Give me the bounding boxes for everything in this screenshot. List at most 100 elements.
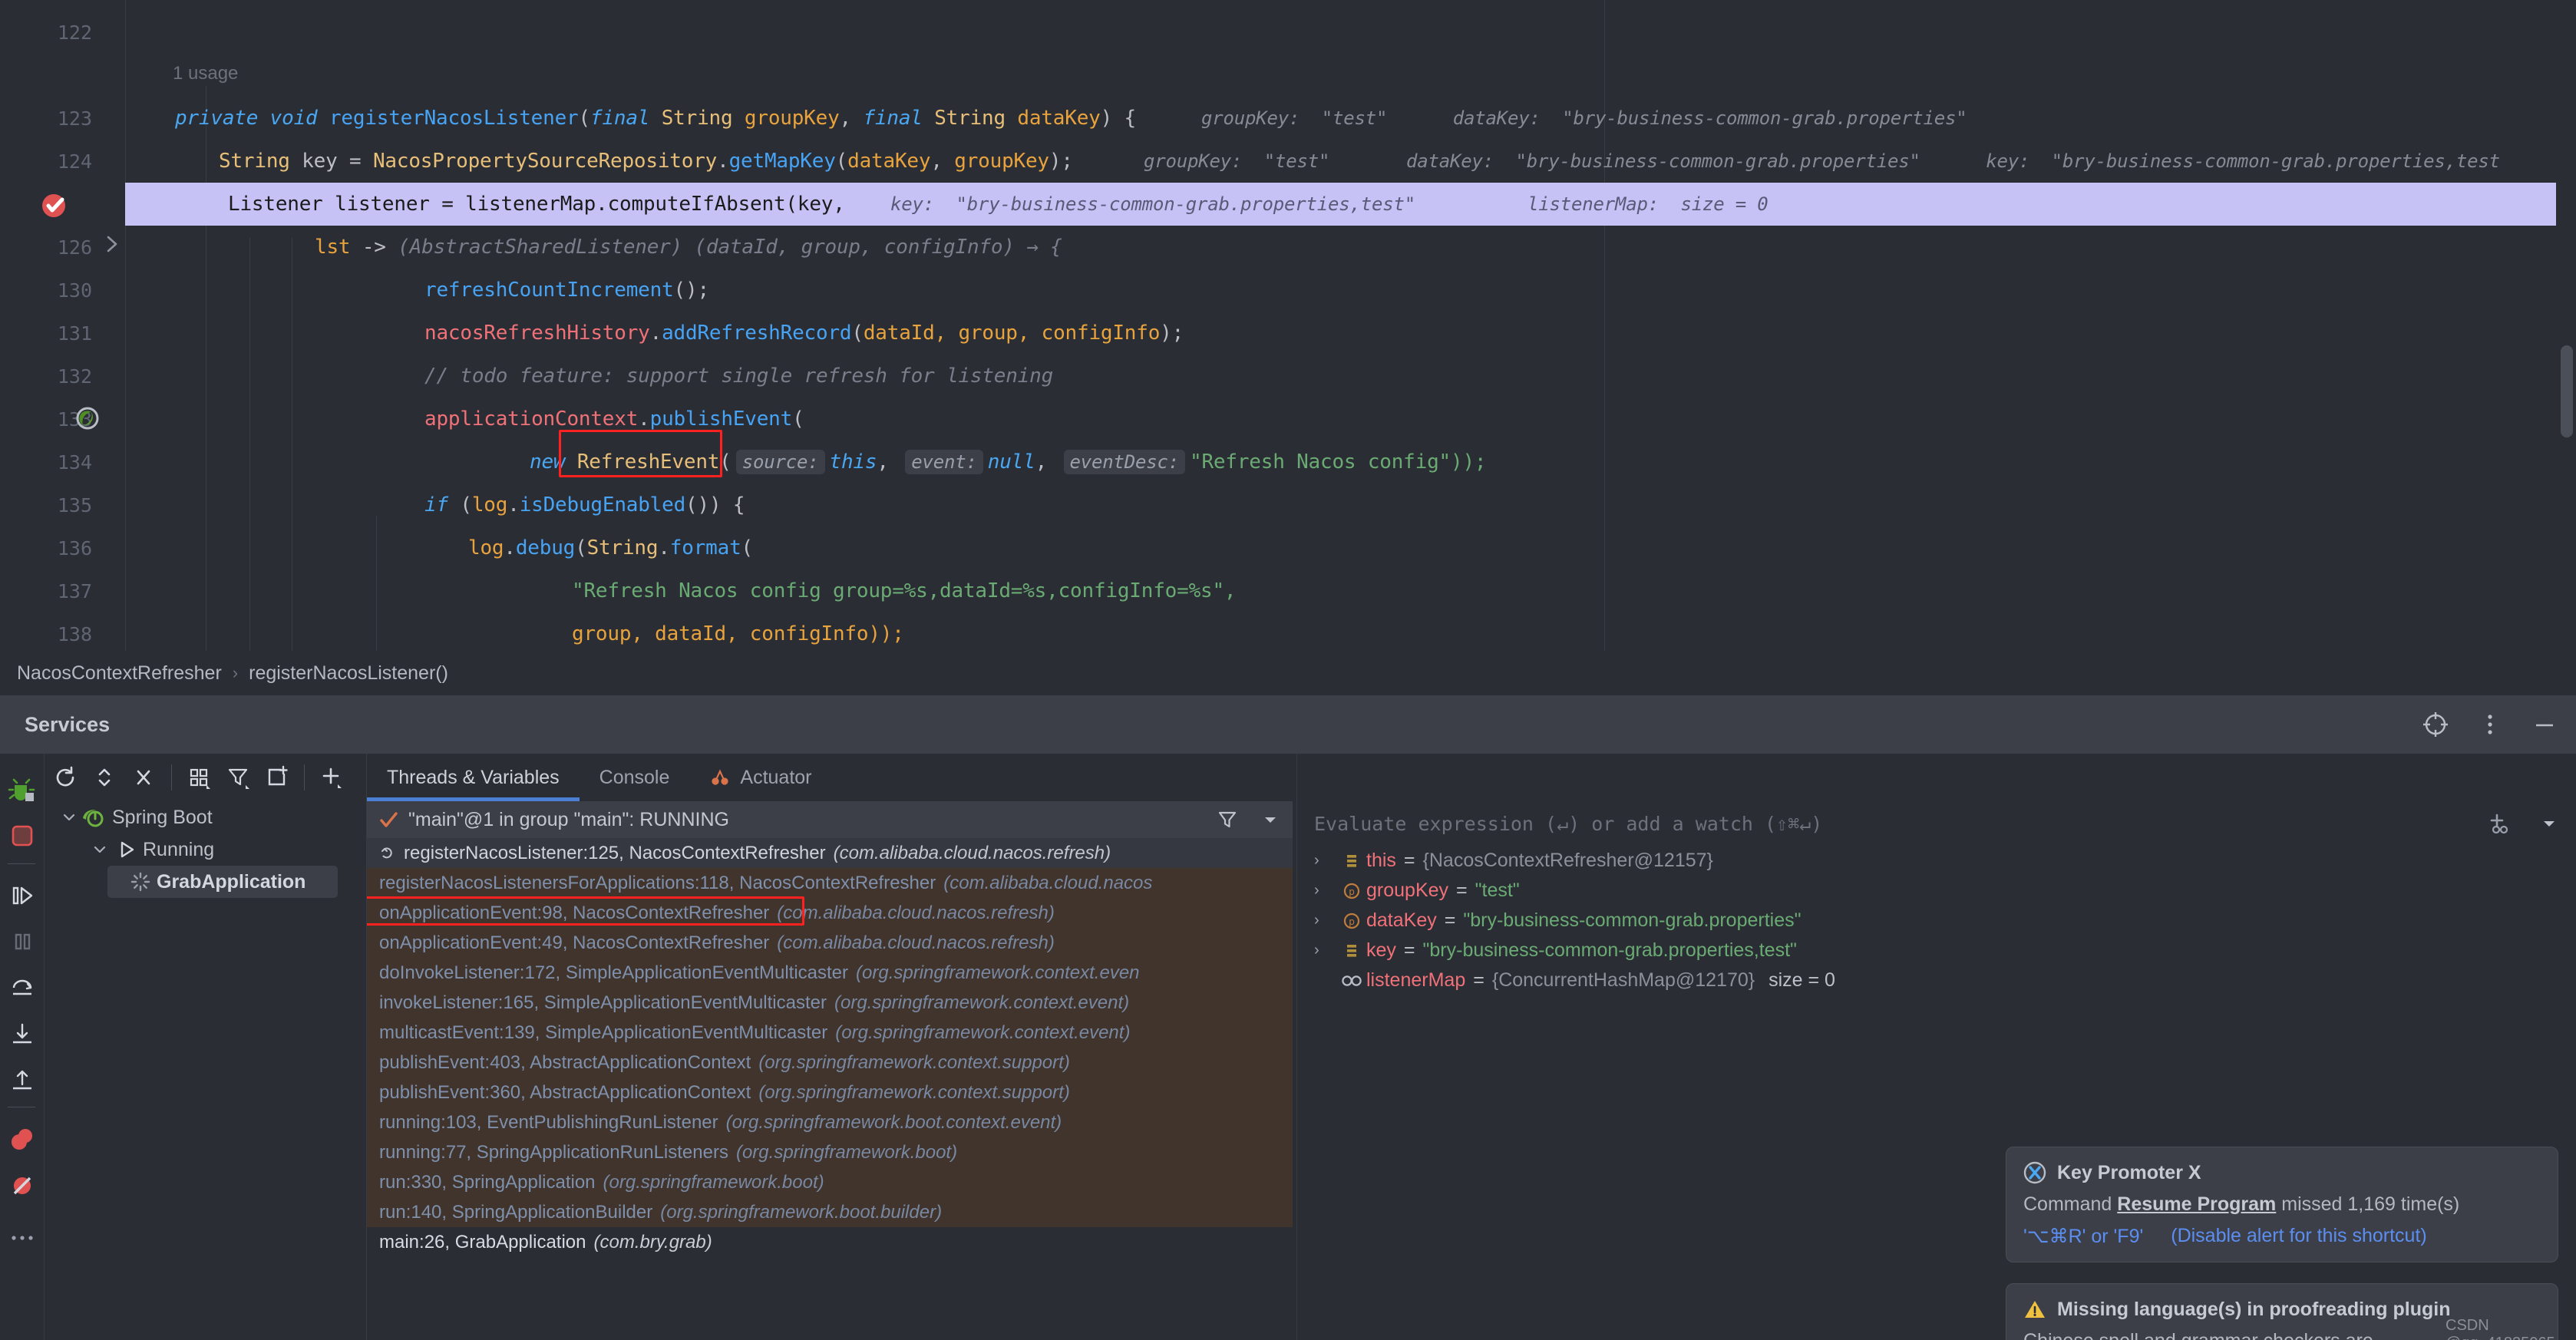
group-icon[interactable] <box>180 757 219 797</box>
breadcrumb-method[interactable]: registerNacosListener() <box>249 662 448 685</box>
tree-item-spring-boot[interactable]: Spring Boot <box>45 801 352 833</box>
expand-collapse-icon[interactable] <box>85 757 124 797</box>
stack-frame[interactable]: run:140, SpringApplicationBuilder (org.s… <box>367 1197 1293 1227</box>
usage-inlay[interactable]: 1 usage <box>173 63 238 84</box>
breadcrumb[interactable]: NacosContextRefresher › registerNacosLis… <box>0 651 2576 695</box>
chevron-right-icon[interactable] <box>100 232 137 269</box>
code-text[interactable]: log.debug(String.format( <box>468 536 753 559</box>
thread-selector[interactable]: "main"@1 in group "main": RUNNING <box>367 801 1293 838</box>
frame-package: (org.springframework.boot) <box>603 1172 824 1193</box>
tab-threads-variables[interactable]: Threads & Variables <box>367 754 580 801</box>
stack-frame[interactable]: onApplicationEvent:49, NacosContextRefre… <box>367 928 1293 958</box>
code-line-136[interactable]: 136 log.debug(String.format( <box>0 526 2576 569</box>
chevron-down-icon[interactable] <box>58 810 80 825</box>
variable-listenermap[interactable]: listenerMap = {ConcurrentHashMap@12170} … <box>1297 965 2576 995</box>
code-line-134[interactable]: 134 new RefreshEvent(source:this, event:… <box>0 441 2576 484</box>
chevron-right-icon[interactable]: › <box>1314 882 1337 899</box>
code-line-130[interactable]: 130 refreshCountIncrement(); <box>0 269 2576 312</box>
breadcrumb-class[interactable]: NacosContextRefresher <box>17 662 222 685</box>
evaluate-expression-input[interactable]: Evaluate expression (↵) or add a watch (… <box>1297 801 2576 846</box>
filter-icon[interactable] <box>218 757 257 797</box>
close-icon[interactable] <box>124 757 163 797</box>
code-text[interactable]: nacosRefreshHistory.addRefreshRecord(dat… <box>424 322 1184 345</box>
check-icon <box>378 809 399 830</box>
step-out-icon[interactable] <box>3 1061 41 1099</box>
variable-datakey[interactable]: › p dataKey = "bry-business-common-grab.… <box>1297 906 2576 936</box>
rerun-icon[interactable] <box>46 757 85 797</box>
code-line-124[interactable]: 124 String key = NacosPropertySourceRepo… <box>0 140 2576 183</box>
stack-frame[interactable]: multicastEvent:139, SimpleApplicationEve… <box>367 1018 1293 1048</box>
collapsed-lambda[interactable]: (AbstractSharedListener) (dataId, group,… <box>398 236 1062 259</box>
code-text[interactable]: Listener listener = listenerMap.computeI… <box>228 193 845 216</box>
resume-icon[interactable] <box>3 876 41 915</box>
more-options-icon[interactable] <box>2485 711 2495 738</box>
chevron-right-icon[interactable]: › <box>1314 912 1337 929</box>
disable-alert-link[interactable]: (Disable alert for this shortcut) <box>2171 1225 2426 1248</box>
stack-frame-annotated[interactable]: onApplicationEvent:98, NacosContextRefre… <box>367 898 1293 928</box>
tab-actuator[interactable]: Actuator <box>689 754 831 801</box>
code-text[interactable]: String key = NacosPropertySourceReposito… <box>219 150 1073 173</box>
code-text[interactable]: applicationContext.publishEvent( <box>424 408 804 431</box>
rerun-debug-icon[interactable] <box>3 771 41 809</box>
add-tab-icon[interactable] <box>257 757 296 797</box>
code-line-137[interactable]: 137 "Refresh Nacos config group=%s,dataI… <box>0 569 2576 612</box>
stack-frame[interactable]: running:77, SpringApplicationRunListener… <box>367 1137 1293 1167</box>
step-into-icon[interactable] <box>3 1015 41 1053</box>
chevron-right-icon[interactable]: › <box>1314 852 1337 870</box>
tree-item-grabapplication[interactable]: GrabApplication <box>107 866 338 898</box>
code-line-138[interactable]: 138 group, dataId, configInfo)); <box>0 612 2576 651</box>
actuator-icon <box>709 766 732 789</box>
method-debug: debug <box>516 536 575 559</box>
stop-icon[interactable] <box>3 817 41 855</box>
code-line-123[interactable]: 123 private void registerNacosListener(f… <box>0 97 2576 140</box>
notification-key-promoter[interactable]: Key Promoter X Command Resume Program mi… <box>2006 1147 2558 1262</box>
view-breakpoints-icon[interactable] <box>3 1121 41 1159</box>
step-over-icon[interactable] <box>3 969 41 1007</box>
add-watch-icon[interactable] <box>2487 811 2512 836</box>
add-icon[interactable] <box>312 757 352 797</box>
variable-key[interactable]: › key = "bry-business-common-grab.proper… <box>1297 936 2576 965</box>
code-editor[interactable]: 122 1 usage 123 private void registerNac… <box>0 0 2576 651</box>
chevron-down-icon[interactable] <box>89 842 111 857</box>
variable-this[interactable]: › this = {NacosContextRefresher@12157} <box>1297 846 2576 876</box>
code-text[interactable]: private void registerNacosListener(final… <box>175 107 1136 130</box>
tree-item-running[interactable]: Running <box>45 833 352 866</box>
spring-bean-icon[interactable] <box>71 401 107 437</box>
breakpoint-verified-icon[interactable] <box>37 186 74 223</box>
variable-groupkey[interactable]: › p groupKey = "test" <box>1297 876 2576 906</box>
stack-frame[interactable]: doInvokeListener:172, SimpleApplicationE… <box>367 958 1293 988</box>
code-line-133[interactable]: 133 applicationContext.publishEvent( <box>0 398 2576 441</box>
stack-frame-current[interactable]: registerNacosListener:125, NacosContextR… <box>367 838 1293 868</box>
stack-frame[interactable]: run:330, SpringApplication (org.springfr… <box>367 1167 1293 1197</box>
code-line-126[interactable]: 126 lst -> (AbstractSharedListener) (dat… <box>0 226 2576 269</box>
code-line-135[interactable]: 135 if (log.isDebugEnabled()) { <box>0 484 2576 526</box>
target-icon[interactable] <box>2422 711 2449 738</box>
code-text[interactable]: if (log.isDebugEnabled()) { <box>424 493 745 517</box>
mute-breakpoints-icon[interactable] <box>3 1167 41 1205</box>
editor-scrollbar-thumb[interactable] <box>2561 345 2573 437</box>
code-text[interactable]: refreshCountIncrement(); <box>424 279 709 302</box>
filter-icon[interactable] <box>1216 808 1239 831</box>
stack-frames-list[interactable]: "main"@1 in group "main": RUNNING regist… <box>367 801 1293 1340</box>
stack-frame-user-code[interactable]: main:26, GrabApplication (com.bry.grab) <box>367 1227 1293 1257</box>
chevron-right-icon[interactable]: › <box>1314 942 1337 959</box>
code-line-125[interactable]: Listener listener = listenerMap.computeI… <box>0 183 2576 226</box>
stack-frame[interactable]: publishEvent:360, AbstractApplicationCon… <box>367 1078 1293 1107</box>
services-tree[interactable]: Spring Boot Running GrabApplication <box>45 801 352 898</box>
code-line-122[interactable]: 122 <box>0 11 2576 54</box>
services-tool-window-header: Services <box>0 695 2576 754</box>
minimize-icon[interactable] <box>2531 711 2558 738</box>
stack-frame[interactable]: publishEvent:403, AbstractApplicationCon… <box>367 1048 1293 1078</box>
pause-icon[interactable] <box>3 922 41 961</box>
code-line-132[interactable]: 132 // todo feature: support single refr… <box>0 355 2576 398</box>
stack-frame[interactable]: registerNacosListenersForApplications:11… <box>367 868 1293 898</box>
stack-frame[interactable]: invokeListener:165, SimpleApplicationEve… <box>367 988 1293 1018</box>
chevron-down-icon[interactable] <box>1260 810 1280 830</box>
code-text[interactable]: lst -> (AbstractSharedListener) (dataId,… <box>315 236 1062 259</box>
code-line-131[interactable]: 131 nacosRefreshHistory.addRefreshRecord… <box>0 312 2576 355</box>
more-icon[interactable] <box>3 1219 41 1257</box>
editor-marker-bar[interactable] <box>2556 0 2576 651</box>
tab-console[interactable]: Console <box>580 754 690 801</box>
chevron-down-icon[interactable] <box>2539 814 2559 833</box>
stack-frame[interactable]: running:103, EventPublishingRunListener … <box>367 1107 1293 1137</box>
